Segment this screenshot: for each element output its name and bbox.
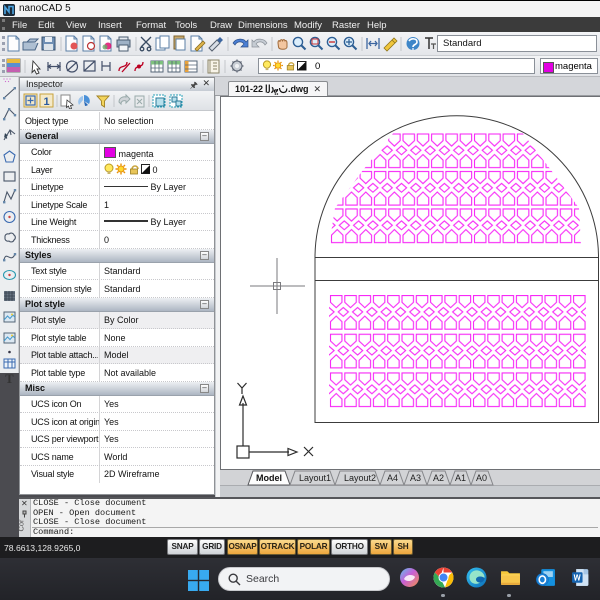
svg-text:A1: A1 — [455, 473, 466, 483]
svg-text:Layout1: Layout1 — [299, 473, 331, 483]
svg-text:A3: A3 — [410, 473, 421, 483]
svg-text:A2: A2 — [433, 473, 444, 483]
svg-text:T: T — [5, 372, 14, 384]
svg-text:A4: A4 — [387, 473, 398, 483]
svg-text:Layout2: Layout2 — [344, 473, 376, 483]
svg-text:1: 1 — [44, 96, 50, 108]
svg-text:A0: A0 — [476, 473, 487, 483]
svg-text:Model: Model — [256, 473, 282, 483]
